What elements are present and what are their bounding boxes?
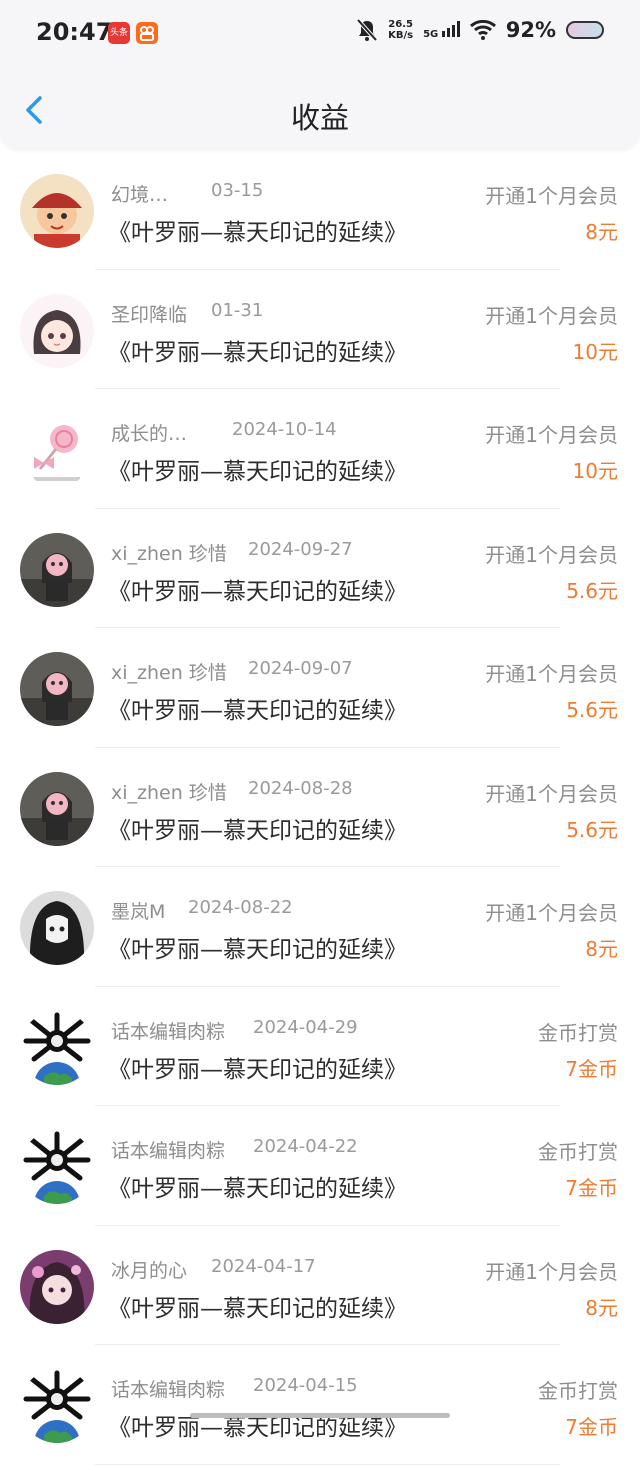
book-title: 《叶罗丽—慕天印记的延续》 xyxy=(108,1295,407,1322)
earning-amount: 7金币 xyxy=(565,1056,618,1081)
book-title: 《叶罗丽—慕天印记的延续》 xyxy=(108,578,407,605)
earning-type: 开通1个月会员 xyxy=(485,423,618,447)
book-title: 《叶罗丽—慕天印记的延续》 xyxy=(108,339,407,366)
earning-row[interactable]: xi_zhen 珍惜 2024-08-28 《叶罗丽—慕天印记的延续》 开通1个月会员… xyxy=(0,748,640,868)
cellular-signal-icon: 5G xyxy=(423,20,460,40)
book-title: 《叶罗丽—慕天印记的延续》 xyxy=(108,1176,407,1202)
nav-header: 收益 xyxy=(0,70,640,150)
signal-label: 5G xyxy=(423,28,439,40)
purchase-date: 2024-04-29 xyxy=(253,1016,358,1038)
earning-type: 开通1个月会员 xyxy=(485,1259,618,1284)
book-title: 《叶罗丽—慕天印记的延续》 xyxy=(108,937,407,963)
net-speed-value: 26.5 xyxy=(388,19,413,30)
battery-icon xyxy=(566,21,604,39)
wifi-icon xyxy=(469,19,496,40)
photo-avatar[interactable] xyxy=(20,532,94,607)
earning-row[interactable]: 话本编辑肉粽 2024-04-22 《叶罗丽—慕天印记的延续》 金币打赏 7金币 xyxy=(0,1106,640,1226)
earning-amount: 5.6元 xyxy=(566,698,618,722)
mute-bell-icon xyxy=(356,18,378,42)
festive-kid-avatar[interactable] xyxy=(20,174,94,248)
purchase-date: 2024-04-17 xyxy=(211,1255,316,1277)
purchase-date: 2024-08-28 xyxy=(248,777,353,799)
user-name: 话本编辑肉粽 xyxy=(111,1020,226,1043)
earning-row[interactable]: 成长的… 2024-10-14 《叶罗丽—慕天印记的延续》 开通1个月会员 10元 xyxy=(0,389,640,509)
earning-row[interactable]: 话本编辑肉粽 2024-04-15 《叶罗丽—慕天印记的延续》 金币打赏 7金币 xyxy=(0,1345,640,1465)
earning-type: 金币打赏 xyxy=(538,1140,618,1164)
earning-type: 开通1个月会员 xyxy=(485,303,618,328)
purchase-date: 2024-09-27 xyxy=(248,538,353,560)
earning-amount: 8元 xyxy=(585,220,618,244)
status-bar: 20:47 头条 26.5 KB/s 5G 92% xyxy=(0,0,640,70)
earning-type: 金币打赏 xyxy=(538,1020,618,1045)
earning-amount: 7金币 xyxy=(565,1415,618,1439)
earning-amount: 5.6元 xyxy=(566,578,618,603)
earning-type: 开通1个月会员 xyxy=(485,662,618,686)
purchase-date: 2024-04-22 xyxy=(253,1136,358,1157)
earning-amount: 7金币 xyxy=(565,1176,618,1200)
user-name: 话本编辑肉粽 xyxy=(111,1140,226,1162)
purchase-date: 2024-08-22 xyxy=(188,897,293,918)
book-title: 《叶罗丽—慕天印记的延续》 xyxy=(108,220,407,246)
book-title: 《叶罗丽—慕天印记的延续》 xyxy=(108,459,407,485)
net-speed-unit: KB/s xyxy=(388,30,414,41)
anime-girl-avatar[interactable] xyxy=(20,891,94,965)
toutiao-app-icon: 头条 xyxy=(108,22,130,44)
user-name: 成长的… xyxy=(111,423,188,445)
status-time: 20:47 xyxy=(36,18,113,46)
purchase-date: 03-15 xyxy=(211,180,264,201)
anime-princess-avatar[interactable] xyxy=(20,1249,94,1324)
earning-row[interactable]: xi_zhen 珍惜 2024-09-27 《叶罗丽—慕天印记的延续》 开通1个月会员… xyxy=(0,509,640,629)
earth-mascot-avatar[interactable] xyxy=(20,1130,94,1204)
battery-percent: 92% xyxy=(505,18,556,42)
book-title: 《叶罗丽—慕天印记的延续》 xyxy=(108,817,407,844)
page-title: 收益 xyxy=(290,101,349,135)
user-name: xi_zhen 珍惜 xyxy=(111,542,227,565)
earth-mascot-avatar[interactable] xyxy=(20,1369,94,1443)
earning-row[interactable]: 幻境… 03-15 《叶罗丽—慕天印记的延续》 开通1个月会员 8元 xyxy=(0,150,640,270)
earning-type: 开通1个月会员 xyxy=(485,901,618,925)
book-title: 《叶罗丽—慕天印记的延续》 xyxy=(108,1056,407,1083)
purchase-date: 2024-10-14 xyxy=(232,419,337,440)
earning-row[interactable]: 话本编辑肉粽 2024-04-29 《叶罗丽—慕天印记的延续》 金币打赏 7金币 xyxy=(0,987,640,1107)
book-title: 《叶罗丽—慕天印记的延续》 xyxy=(108,698,407,724)
earning-type: 开通1个月会员 xyxy=(485,781,618,806)
network-speed: 26.5 KB/s xyxy=(388,19,413,41)
user-name: xi_zhen 珍惜 xyxy=(111,662,227,684)
earning-row[interactable]: 墨岚M 2024-08-22 《叶罗丽—慕天印记的延续》 开通1个月会员 8元 xyxy=(0,867,640,987)
earning-row[interactable]: 冰月的心 2024-04-17 《叶罗丽—慕天印记的延续》 开通1个月会员 8元 xyxy=(0,1226,640,1346)
earning-amount: 8元 xyxy=(585,1295,618,1320)
earning-amount: 8元 xyxy=(585,937,618,961)
earning-type: 开通1个月会员 xyxy=(485,184,618,208)
earning-amount: 5.6元 xyxy=(566,817,618,842)
user-name: 冰月的心 xyxy=(111,1259,188,1282)
earning-row[interactable]: xi_zhen 珍惜 2024-09-07 《叶罗丽—慕天印记的延续》 开通1个月会员… xyxy=(0,628,640,748)
user-name: 圣印降临 xyxy=(111,303,188,326)
purchase-date: 01-31 xyxy=(211,299,264,321)
kuaishou-app-icon xyxy=(136,22,158,44)
user-name: 幻境… xyxy=(111,184,169,206)
earning-type: 金币打赏 xyxy=(538,1379,618,1403)
earning-type: 开通1个月会员 xyxy=(485,542,618,567)
earning-row[interactable]: 圣印降临 01-31 《叶罗丽—慕天印记的延续》 开通1个月会员 10元 xyxy=(0,270,640,390)
earth-mascot-avatar[interactable] xyxy=(20,1010,94,1085)
user-name: 墨岚M xyxy=(111,901,166,923)
photo-avatar[interactable] xyxy=(20,652,94,726)
earning-amount: 10元 xyxy=(572,459,618,483)
purchase-date: 2024-09-07 xyxy=(248,658,353,679)
home-indicator[interactable] xyxy=(190,1413,450,1418)
lollipop-avatar[interactable] xyxy=(20,413,94,487)
earnings-list: 幻境… 03-15 《叶罗丽—慕天印记的延续》 开通1个月会员 8元 圣印降临 01-31 《… xyxy=(0,150,640,1465)
user-name: xi_zhen 珍惜 xyxy=(111,781,227,804)
purchase-date: 2024-04-15 xyxy=(253,1375,358,1396)
photo-avatar[interactable] xyxy=(20,771,94,846)
chibi-girl-avatar[interactable] xyxy=(20,293,94,368)
user-name: 话本编辑肉粽 xyxy=(111,1379,226,1401)
earning-amount: 10元 xyxy=(572,339,618,364)
